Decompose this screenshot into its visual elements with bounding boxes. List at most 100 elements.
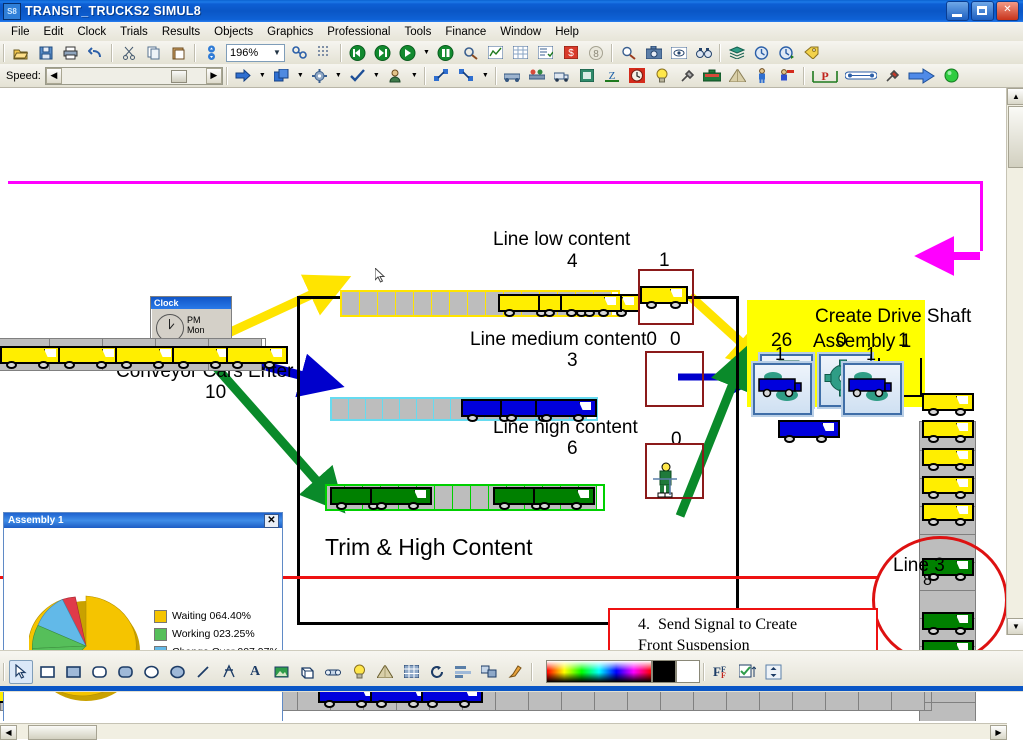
save-icon[interactable]: [34, 42, 57, 64]
menu-clock[interactable]: Clock: [70, 24, 113, 40]
copy-icon[interactable]: [142, 42, 165, 64]
menu-objects[interactable]: Objects: [207, 24, 260, 40]
step-icon[interactable]: [371, 42, 394, 64]
close-button[interactable]: ✕: [996, 1, 1019, 21]
clock-layer-icon[interactable]: [750, 42, 773, 64]
memo-icon[interactable]: [576, 65, 599, 87]
speed-increase-button[interactable]: ▶: [205, 67, 222, 84]
zoom-stepper-icon[interactable]: [200, 42, 223, 64]
scroll-right-button[interactable]: ▶: [990, 725, 1007, 740]
scroll-left-button[interactable]: ◀: [0, 725, 17, 740]
maximize-button[interactable]: [971, 1, 994, 21]
cylinder-tool-icon[interactable]: [321, 660, 345, 684]
snapshot-icon[interactable]: [642, 42, 665, 64]
shift-pattern-icon[interactable]: [526, 65, 549, 87]
route-out-icon[interactable]: [430, 65, 453, 87]
pyramid-icon[interactable]: [726, 65, 749, 87]
person-icon[interactable]: [751, 65, 774, 87]
build-icon[interactable]: [881, 65, 904, 87]
speed-decrease-button[interactable]: ◀: [45, 67, 62, 84]
rotate-tool-icon[interactable]: [425, 660, 449, 684]
open-icon[interactable]: [9, 42, 32, 64]
rectangle-tool-icon[interactable]: [35, 660, 59, 684]
simulation-canvas[interactable]: Clock PM Mon Conveyor Cars Enter 10 Line…: [0, 88, 1023, 740]
route-dropdown-icon[interactable]: ▼: [480, 65, 491, 87]
menu-tools[interactable]: Tools: [398, 24, 439, 40]
parking-icon[interactable]: P: [809, 65, 841, 87]
undo-icon[interactable]: [84, 42, 107, 64]
menu-results[interactable]: Results: [155, 24, 207, 40]
brush-tool-icon[interactable]: [503, 660, 527, 684]
foreground-color-swatch[interactable]: [652, 660, 676, 683]
find-icon[interactable]: [692, 42, 715, 64]
print-icon[interactable]: [59, 42, 82, 64]
toolbox-icon[interactable]: [701, 65, 724, 87]
filled-rectangle-tool-icon[interactable]: [61, 660, 85, 684]
link-objects-icon[interactable]: [288, 42, 311, 64]
table-results-icon[interactable]: [509, 42, 532, 64]
run-status-icon[interactable]: [940, 65, 963, 87]
paste-icon[interactable]: [167, 42, 190, 64]
finance-icon[interactable]: $: [559, 42, 582, 64]
filled-ellipse-tool-icon[interactable]: [165, 660, 189, 684]
font-color-icon[interactable]: FFF: [709, 660, 733, 684]
assembly-workstation-right-icon[interactable]: [843, 363, 902, 415]
pause-icon[interactable]: [434, 42, 457, 64]
rewind-icon[interactable]: [346, 42, 369, 64]
results-summary-icon[interactable]: [459, 42, 482, 64]
work-entry-icon[interactable]: [232, 65, 255, 87]
image-tool-icon[interactable]: [269, 660, 293, 684]
storage-bin-dropdown-icon[interactable]: ▼: [295, 65, 306, 87]
background-color-swatch[interactable]: [676, 660, 700, 683]
rounded-rect-tool-icon[interactable]: [87, 660, 111, 684]
clock-properties-icon[interactable]: [626, 65, 649, 87]
checkbox-icon[interactable]: [735, 660, 759, 684]
work-exit-dropdown-icon[interactable]: ▼: [371, 65, 382, 87]
activity-icon[interactable]: [308, 65, 331, 87]
grid-icon[interactable]: [313, 42, 336, 64]
ellipse-tool-icon[interactable]: [139, 660, 163, 684]
work-entry-dropdown-icon[interactable]: ▼: [257, 65, 268, 87]
route-in-icon[interactable]: [455, 65, 478, 87]
line-tool-icon[interactable]: [191, 660, 215, 684]
resource-dropdown-icon[interactable]: ▼: [409, 65, 420, 87]
worker-flag-icon[interactable]: [776, 65, 799, 87]
menu-edit[interactable]: Edit: [37, 24, 71, 40]
group-tool-icon[interactable]: [477, 660, 501, 684]
layers-icon[interactable]: [725, 42, 748, 64]
zoom-level-input[interactable]: [227, 45, 270, 60]
storage-bin-icon[interactable]: [270, 65, 293, 87]
close-icon[interactable]: ✕: [264, 514, 279, 528]
grid-tool-icon[interactable]: [399, 660, 423, 684]
activity-dropdown-icon[interactable]: ▼: [333, 65, 344, 87]
horizontal-scroll-thumb[interactable]: [28, 725, 97, 740]
vertical-scrollbar[interactable]: ▲ ▼: [1006, 88, 1023, 635]
chart-results-icon[interactable]: [484, 42, 507, 64]
track-icon[interactable]: [843, 65, 879, 87]
speed-slider-thumb[interactable]: [170, 69, 187, 83]
conveyor-icon[interactable]: [501, 65, 524, 87]
box-3d-tool-icon[interactable]: [295, 660, 319, 684]
menu-professional[interactable]: Professional: [320, 24, 397, 40]
work-exit-icon[interactable]: [346, 65, 369, 87]
assembly-workstation-left-icon[interactable]: [753, 363, 812, 415]
horizontal-scrollbar[interactable]: ◀ ▶: [0, 723, 1007, 740]
filled-rounded-rect-tool-icon[interactable]: [113, 660, 137, 684]
scroll-up-button[interactable]: ▲: [1007, 88, 1023, 105]
vertical-scroll-thumb[interactable]: [1008, 106, 1023, 168]
label-tag-icon[interactable]: [800, 42, 823, 64]
spinner-icon[interactable]: [761, 660, 785, 684]
cone-tool-icon[interactable]: [373, 660, 397, 684]
visual-logic-icon[interactable]: Z: [601, 65, 624, 87]
polygon-tool-icon[interactable]: [217, 660, 241, 684]
menu-file[interactable]: File: [4, 24, 37, 40]
next-arrow-icon[interactable]: [906, 65, 938, 87]
canvas-viewport[interactable]: Clock PM Mon Conveyor Cars Enter 10 Line…: [0, 176, 1007, 721]
text-tool-icon[interactable]: A: [243, 660, 267, 684]
storage-box-medium[interactable]: [645, 351, 704, 407]
scroll-down-button[interactable]: ▼: [1007, 618, 1023, 635]
align-tool-icon[interactable]: [451, 660, 475, 684]
menu-help[interactable]: Help: [548, 24, 586, 40]
bulb-tool-icon[interactable]: [347, 660, 371, 684]
view-icon[interactable]: [667, 42, 690, 64]
